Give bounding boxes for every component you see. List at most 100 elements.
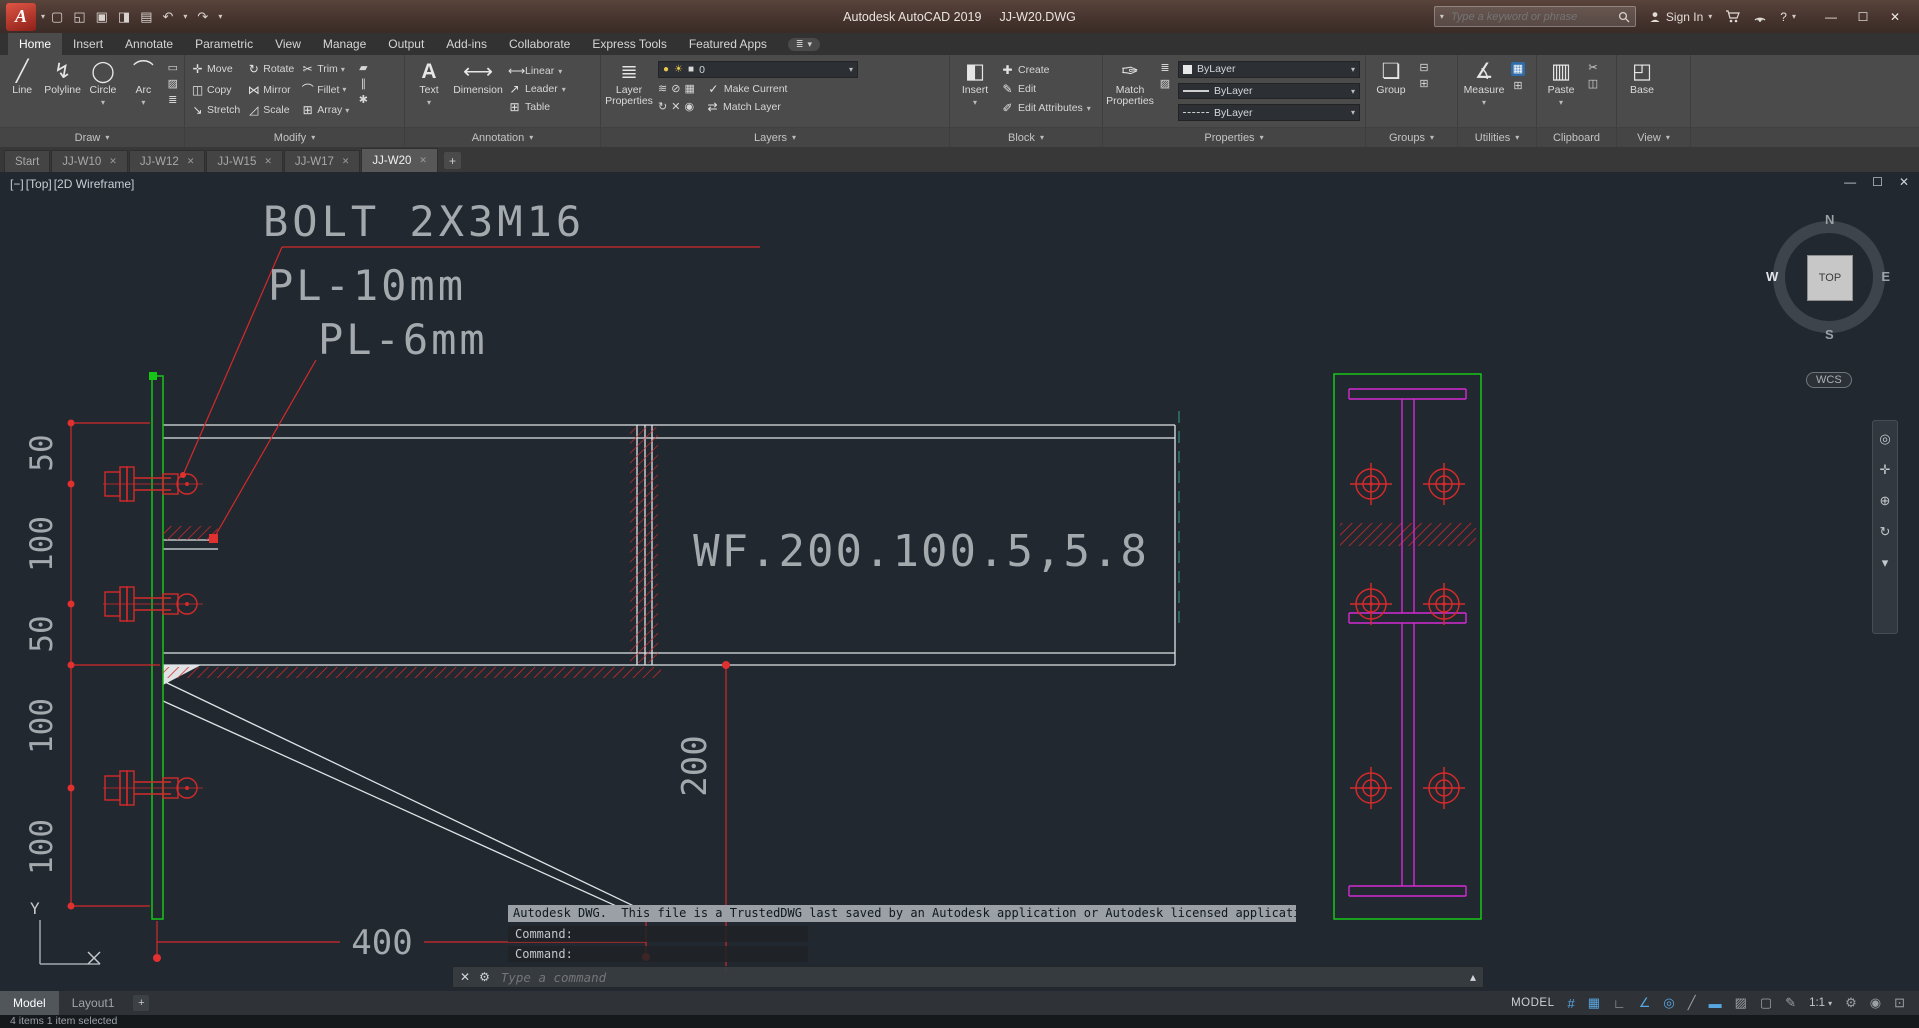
close-tab-icon[interactable]: ✕: [187, 156, 195, 167]
grid-icon[interactable]: #: [1567, 996, 1574, 1011]
panel-groups-footer[interactable]: Groups ▾: [1366, 127, 1457, 147]
nav-more-icon[interactable]: ▾: [1882, 555, 1889, 571]
viewport-menu[interactable]: [−]: [10, 177, 24, 191]
doc-close-button[interactable]: ✕: [1899, 175, 1909, 189]
linetype-combo[interactable]: ByLayer ▾: [1178, 104, 1360, 122]
tab-output[interactable]: Output: [377, 33, 435, 55]
dim-100-c[interactable]: 100: [24, 819, 60, 875]
model-tab[interactable]: Model: [0, 991, 59, 1015]
measure-button[interactable]: ∡ Measure ▾: [1461, 57, 1507, 125]
tab-home[interactable]: Home: [8, 33, 63, 55]
dim-50-bottom[interactable]: 50: [24, 615, 60, 652]
compass-east[interactable]: E: [1881, 269, 1890, 284]
dim-100-a[interactable]: 100: [24, 516, 60, 572]
help-search[interactable]: ▾: [1433, 6, 1636, 27]
snap-icon[interactable]: ▦: [1588, 995, 1600, 1011]
bolt-group[interactable]: [102, 466, 204, 806]
annotation-visibility-icon[interactable]: ✎: [1785, 995, 1796, 1011]
rectangle-icon[interactable]: ▭: [168, 62, 178, 74]
polyline-button[interactable]: ↯ Polyline: [43, 57, 81, 125]
edit-attributes-button[interactable]: ✐ Edit Attributes ▾: [1001, 101, 1090, 115]
stay-connected-icon[interactable]: [1753, 10, 1767, 23]
text-button[interactable]: A Text ▾: [408, 57, 450, 125]
command-input[interactable]: [498, 968, 1461, 986]
linear-button[interactable]: ⟷ Linear ▾: [508, 64, 566, 78]
close-button[interactable]: ✕: [1879, 10, 1911, 24]
dim-50-top[interactable]: 50: [24, 434, 60, 471]
quick-calculator-icon[interactable]: ⊞: [1513, 80, 1522, 92]
app-store-cart-icon[interactable]: [1725, 10, 1741, 23]
sign-in-button[interactable]: Sign In ▾: [1649, 10, 1712, 24]
new-file-icon[interactable]: ▢: [51, 9, 63, 25]
bolt-label[interactable]: BOLT 2X3M16: [263, 197, 585, 246]
table-button[interactable]: ⊞ Table: [508, 100, 566, 114]
tab-annotate[interactable]: Annotate: [114, 33, 184, 55]
command-bar[interactable]: ✕ ⚙ ▴: [452, 966, 1484, 988]
insert-button[interactable]: ◧ Insert ▾: [953, 57, 997, 125]
clean-screen-icon[interactable]: ⊡: [1894, 995, 1905, 1011]
object-color-combo[interactable]: ByLayer ▾: [1178, 61, 1360, 78]
ucs-icon[interactable]: [39, 920, 100, 965]
layer-combo[interactable]: ● ☀ ■ 0 ▾: [658, 61, 858, 78]
transparency-toggle-icon[interactable]: ▨: [1735, 995, 1747, 1011]
ortho-icon[interactable]: ∟: [1613, 996, 1626, 1011]
file-tab-jj-w20[interactable]: JJ-W20 ✕: [361, 148, 438, 172]
create-block-button[interactable]: ✚ Create: [1001, 63, 1091, 77]
polar-tracking-icon[interactable]: ∠: [1639, 995, 1651, 1011]
layer-freeze-icon[interactable]: ≋: [658, 83, 667, 95]
zoom-icon[interactable]: ⊕: [1880, 493, 1891, 509]
minimize-button[interactable]: —: [1815, 10, 1847, 24]
match-layer-button[interactable]: ⇄ Match Layer: [706, 100, 781, 114]
close-tab-icon[interactable]: ✕: [419, 155, 427, 166]
tab-parametric[interactable]: Parametric: [184, 33, 264, 55]
lineweight-display-icon[interactable]: ▬: [1709, 996, 1722, 1011]
layer-off-icon[interactable]: ⊘: [671, 83, 680, 95]
undo-icon[interactable]: ↶: [163, 9, 174, 25]
orbit-icon[interactable]: ↻: [1880, 524, 1891, 540]
help-button[interactable]: ? ▾: [1780, 10, 1796, 24]
scale-button[interactable]: ◿ Scale: [247, 103, 294, 117]
model-space[interactable]: BOLT 2X3M16 PL-10mm PL-6mm WF.200.100.5,…: [0, 172, 1919, 991]
viewcube[interactable]: TOP N S W E: [1764, 212, 1894, 342]
save-icon[interactable]: ▣: [96, 9, 108, 25]
doc-minimize-button[interactable]: —: [1844, 175, 1856, 189]
drawing-canvas[interactable]: BOLT 2X3M16 PL-10mm PL-6mm WF.200.100.5,…: [0, 172, 1919, 991]
ribbon-options-pill[interactable]: ≣ ▾: [787, 37, 820, 51]
stretch-button[interactable]: ↘ Stretch: [191, 103, 240, 117]
beam-size-label[interactable]: WF.200.100.5,5.8: [693, 526, 1149, 577]
qat-menu-chevron-icon[interactable]: ▾: [218, 12, 222, 21]
autocad-logo[interactable]: A: [6, 2, 36, 31]
offset-icon[interactable]: ∥: [361, 78, 367, 90]
move-button[interactable]: ✛ Move: [191, 62, 240, 76]
panel-clipboard-footer[interactable]: Clipboard: [1537, 127, 1616, 147]
selection-cycling-icon[interactable]: ▢: [1760, 995, 1772, 1011]
paste-button[interactable]: ▥ Paste ▾: [1540, 57, 1582, 125]
file-tab-jj-w10[interactable]: JJ-W10 ✕: [51, 150, 128, 172]
workspace-gear-icon[interactable]: ⚙: [1845, 995, 1857, 1011]
panel-layers-footer[interactable]: Layers ▾: [601, 127, 949, 147]
copy-clip-icon[interactable]: ◫: [1588, 78, 1598, 90]
fillet-button[interactable]: ⌒ Fillet ▾: [301, 81, 349, 98]
edit-block-button[interactable]: ✎ Edit: [1001, 82, 1091, 96]
trim-button[interactable]: ✂ Trim ▾: [301, 62, 349, 76]
layer-delete-icon[interactable]: ✕: [671, 101, 680, 113]
section-bolts[interactable]: [1349, 462, 1466, 810]
tab-collaborate[interactable]: Collaborate: [498, 33, 581, 55]
list-icon[interactable]: ≣: [1160, 62, 1169, 74]
plot-icon[interactable]: ▤: [140, 9, 152, 25]
erase-icon[interactable]: ▰: [359, 62, 367, 74]
dim-100-b[interactable]: 100: [24, 698, 60, 754]
tab-manage[interactable]: Manage: [312, 33, 377, 55]
draw-more-icon[interactable]: ≣: [168, 94, 177, 106]
line-button[interactable]: ╱ Line: [3, 57, 41, 125]
new-layout-button[interactable]: +: [133, 995, 150, 1011]
make-current-button[interactable]: ✓ Make Current: [707, 82, 787, 96]
maximize-button[interactable]: ☐: [1847, 10, 1879, 24]
layer-properties-button[interactable]: ≣ Layer Properties: [604, 57, 654, 125]
copy-button[interactable]: ◫ Copy: [191, 81, 240, 98]
compass-south[interactable]: S: [1825, 327, 1834, 342]
mirror-button[interactable]: ⋈ Mirror: [247, 81, 294, 98]
base-view-button[interactable]: ◰ Base: [1620, 57, 1664, 125]
group-button[interactable]: ❏ Group: [1369, 57, 1413, 125]
command-close-icon[interactable]: ✕: [460, 970, 470, 984]
